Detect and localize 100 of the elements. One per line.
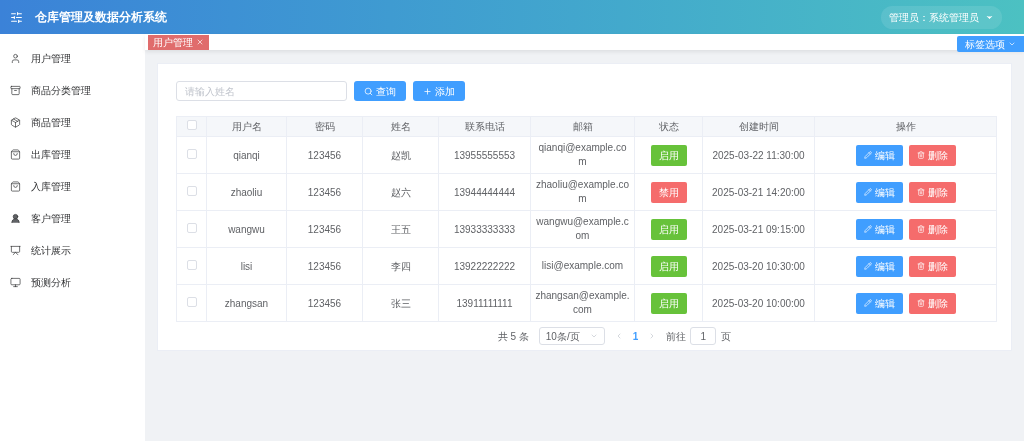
table-cell: 13955555553 — [438, 136, 531, 174]
menu-item-icon — [10, 212, 21, 224]
delete-button[interactable]: 删除 — [908, 218, 956, 240]
row-checkbox[interactable] — [186, 222, 197, 233]
menu-item-icon — [10, 116, 21, 128]
column-header: 联系电话 — [438, 116, 531, 137]
edit-button[interactable]: 编辑 — [855, 255, 903, 277]
column-header: 用户名 — [206, 116, 287, 137]
table-cell: 123456 — [286, 136, 363, 174]
sidebar-item[interactable]: 客户管理 — [0, 202, 145, 234]
sidebar-item[interactable]: 商品管理 — [0, 106, 145, 138]
table-cell: zhangsan — [206, 284, 287, 322]
delete-button[interactable]: 删除 — [908, 255, 956, 277]
table-cell: 王五 — [362, 210, 439, 248]
status-tag: 启用 — [650, 255, 687, 277]
add-button[interactable]: 添加 — [413, 81, 465, 101]
column-header: 状态 — [634, 116, 703, 137]
table-cell: 123456 — [286, 247, 363, 285]
menu-item-icon — [10, 180, 21, 192]
table-cell: lisi@example.com — [530, 247, 635, 285]
table-cell: 13944444444 — [438, 173, 531, 211]
user-menu[interactable]: 管理员：系统管理员 — [881, 5, 1002, 29]
pencil-icon — [863, 188, 872, 196]
menu-icon[interactable] — [10, 10, 23, 24]
edit-button[interactable]: 编辑 — [855, 144, 903, 166]
status-tag: 禁用 — [650, 181, 687, 203]
table-cell: 2025-03-21 09:15:00 — [702, 210, 815, 248]
query-button[interactable]: 查询 — [354, 81, 406, 101]
search-icon — [364, 86, 373, 96]
table-cell: zhaoliu@example.com — [530, 173, 635, 211]
column-header: 密码 — [286, 116, 363, 137]
table-cell: 2025-03-20 10:00:00 — [702, 284, 815, 322]
row-checkbox[interactable] — [186, 120, 197, 130]
sidebar-item[interactable]: 商品分类管理 — [0, 74, 145, 106]
delete-button[interactable]: 删除 — [908, 292, 956, 314]
table-cell: wangwu — [206, 210, 287, 248]
table-cell: 13911111111 — [438, 284, 531, 322]
pencil-icon — [863, 262, 872, 270]
table-cell: 赵六 — [362, 173, 439, 211]
page-size-select[interactable]: 10条/页 — [538, 327, 605, 345]
menu-item-icon — [10, 52, 21, 64]
delete-button[interactable]: 删除 — [908, 181, 956, 203]
table-cell: 13933333333 — [438, 210, 531, 248]
tab-options-button[interactable]: 标签选项 — [957, 36, 1024, 52]
table-cell: 2025-03-22 11:30:00 — [702, 136, 815, 174]
page-tab[interactable]: 用户管理 — [148, 34, 209, 50]
plus-icon — [423, 86, 432, 96]
table-cell: 123456 — [286, 284, 363, 322]
trash-icon — [916, 225, 925, 233]
chevron-down-icon — [589, 332, 598, 340]
status-tag: 启用 — [650, 292, 687, 314]
pencil-icon — [863, 225, 872, 233]
page-number[interactable]: 1 — [632, 328, 639, 344]
table-cell: 2025-03-20 10:30:00 — [702, 247, 815, 285]
sidebar-item[interactable]: 出库管理 — [0, 138, 145, 170]
table-cell: 李四 — [362, 247, 439, 285]
row-checkbox[interactable] — [186, 259, 197, 270]
status-tag: 启用 — [650, 144, 687, 166]
table-cell: 123456 — [286, 210, 363, 248]
pencil-icon — [863, 299, 872, 307]
delete-button[interactable]: 删除 — [908, 144, 956, 166]
table-cell: zhangsan@example.com — [530, 284, 635, 322]
table-cell: 13922222222 — [438, 247, 531, 285]
table-cell: zhaoliu — [206, 173, 287, 211]
column-header: 邮箱 — [530, 116, 635, 137]
status-tag: 启用 — [650, 218, 687, 240]
menu-item-icon — [10, 148, 21, 160]
row-checkbox[interactable] — [186, 148, 197, 159]
table-cell: qianqi — [206, 136, 287, 174]
table-cell: 张三 — [362, 284, 439, 322]
trash-icon — [916, 262, 925, 270]
table-cell: 2025-03-21 14:20:00 — [702, 173, 815, 211]
edit-button[interactable]: 编辑 — [855, 218, 903, 240]
table-cell: wangwu@example.com — [530, 210, 635, 248]
sidebar-item[interactable]: 统计展示 — [0, 234, 145, 266]
column-header: 创建时间 — [702, 116, 815, 137]
menu-item-icon — [10, 84, 21, 96]
row-checkbox[interactable] — [186, 296, 197, 307]
total-count: 共 5 条 — [497, 329, 529, 344]
goto-page-field[interactable]: 1 — [690, 327, 717, 345]
table-cell: qianqi@example.com — [530, 136, 635, 174]
table-cell: lisi — [206, 247, 287, 285]
row-checkbox[interactable] — [186, 185, 197, 196]
sidebar-item[interactable]: 用户管理 — [0, 42, 145, 74]
table-cell: 赵凯 — [362, 136, 439, 174]
table-cell: 123456 — [286, 173, 363, 211]
pencil-icon — [863, 151, 872, 159]
trash-icon — [916, 151, 925, 159]
edit-button[interactable]: 编辑 — [855, 292, 903, 314]
chevron-down-icon — [1008, 40, 1016, 48]
app-title: 仓库管理及数据分析系统 — [35, 9, 167, 26]
trash-icon — [916, 299, 925, 307]
edit-button[interactable]: 编辑 — [855, 181, 903, 203]
column-header: 姓名 — [362, 116, 439, 137]
page-unit: 页 — [721, 329, 732, 344]
sidebar-item[interactable]: 预测分析 — [0, 266, 145, 298]
sidebar-item[interactable]: 入库管理 — [0, 170, 145, 202]
close-icon[interactable] — [196, 38, 204, 46]
column-header: 操作 — [814, 116, 997, 137]
menu-item-icon — [10, 244, 21, 256]
